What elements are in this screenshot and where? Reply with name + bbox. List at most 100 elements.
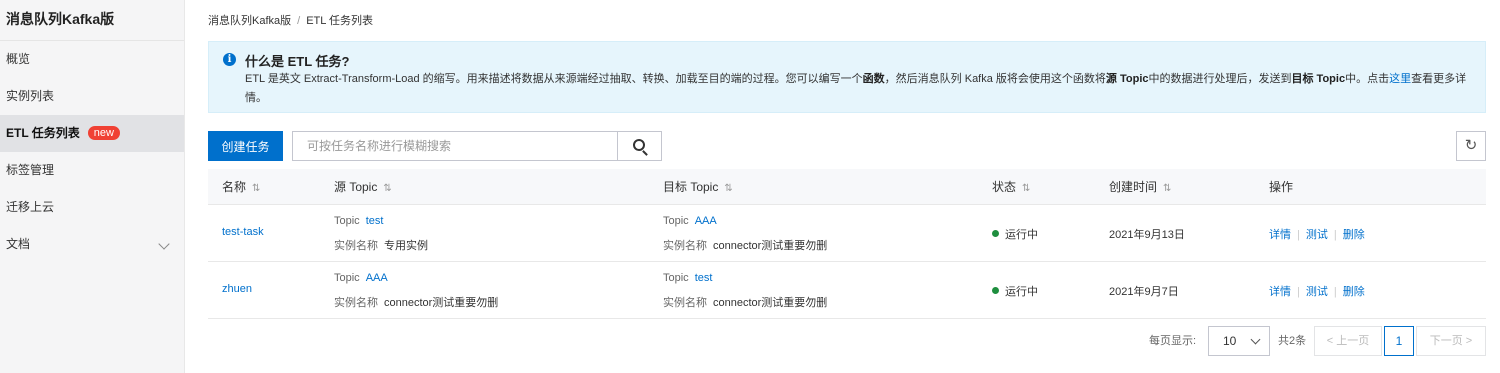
column-label: 源 Topic — [334, 180, 378, 194]
target-instance-value: connector测试重要勿删 — [713, 297, 828, 309]
sort-icon[interactable]: ⇅ — [724, 171, 732, 207]
source-topic-link[interactable]: test — [366, 215, 384, 227]
page-1-button[interactable]: 1 — [1384, 326, 1414, 356]
info-notice: i 什么是 ETL 任务? ETL 是英文 Extract-Transform-… — [208, 41, 1486, 113]
notice-body: ETL 是英文 Extract-Transform-Load 的缩写。用来描述将… — [245, 70, 1470, 108]
divider: | — [1297, 286, 1300, 298]
test-link[interactable]: 测试 — [1306, 229, 1328, 241]
source-topic: Topic test — [334, 215, 383, 227]
breadcrumb-root[interactable]: 消息队列Kafka版 — [208, 15, 291, 27]
column-header-created[interactable]: 创建时间 ⇅ — [1109, 169, 1171, 207]
sidebar-title: 消息队列Kafka版 — [0, 0, 184, 41]
etl-task-table: 名称 ⇅ 源 Topic ⇅ 目标 Topic ⇅ 状态 ⇅ 创建时间 ⇅ 操作 test… — [208, 169, 1486, 319]
notice-title: 什么是 ETL 任务? — [245, 54, 350, 69]
toolbar: 创建任务 ↻ — [208, 131, 1486, 161]
sidebar-item-instances[interactable]: 实例列表 — [0, 78, 184, 115]
sidebar: 消息队列Kafka版 概览 实例列表 ETL 任务列表 new 标签管理 迁移上云… — [0, 0, 185, 373]
cell-label: 实例名称 — [663, 297, 707, 309]
status-badge: 运行中 — [992, 226, 1038, 242]
test-link[interactable]: 测试 — [1306, 286, 1328, 298]
delete-link[interactable]: 删除 — [1343, 286, 1365, 298]
page-size-value: 10 — [1223, 334, 1237, 348]
refresh-button[interactable]: ↻ — [1456, 131, 1486, 161]
target-topic: Topic AAA — [663, 215, 717, 227]
notice-more-link[interactable]: 这里 — [1389, 73, 1411, 85]
notice-text: ETL 是英文 Extract-Transform-Load 的缩写。用来描述将… — [245, 73, 863, 85]
breadcrumb-current: ETL 任务列表 — [306, 15, 374, 27]
page-size-select[interactable]: 10 — [1208, 326, 1270, 356]
new-badge: new — [87, 126, 120, 140]
status-text: 运行中 — [1005, 229, 1038, 241]
target-topic: Topic test — [663, 272, 712, 284]
target-instance-value: connector测试重要勿删 — [713, 240, 828, 252]
source-topic-link[interactable]: AAA — [366, 272, 388, 284]
column-label: 目标 Topic — [663, 180, 719, 194]
column-header-status[interactable]: 状态 ⇅ — [992, 169, 1030, 207]
notice-bold: 源 Topic — [1105, 73, 1149, 85]
sidebar-item-tags[interactable]: 标签管理 — [0, 152, 184, 189]
cell-label: 实例名称 — [334, 297, 378, 309]
pagination: 每页显示: 10 共2条 < 上一页 1 下一页 > — [208, 326, 1486, 356]
sidebar-item-label: 概览 — [6, 52, 31, 66]
task-name-link[interactable]: test-task — [222, 226, 264, 238]
sidebar-item-docs[interactable]: 文档 — [0, 226, 184, 263]
total-count: 共2条 — [1278, 335, 1307, 347]
sort-icon[interactable]: ⇅ — [252, 171, 260, 207]
refresh-icon: ↻ — [1464, 137, 1478, 154]
cell-label: Topic — [663, 215, 689, 227]
breadcrumb-separator: / — [297, 15, 301, 27]
task-name-link[interactable]: zhuen — [222, 283, 252, 295]
sort-icon[interactable]: ⇅ — [383, 171, 391, 207]
create-task-button[interactable]: 创建任务 — [208, 131, 283, 161]
sort-icon[interactable]: ⇅ — [1163, 171, 1171, 207]
column-label: 创建时间 — [1109, 180, 1158, 194]
divider: | — [1333, 286, 1337, 298]
table-row: test-task Topic test 实例名称 专用实例 Topic AAA 实例… — [208, 205, 1486, 262]
notice-text: ，然后消息队列 Kafka 版将会使用这个函数将 — [884, 73, 1106, 85]
table-header: 名称 ⇅ 源 Topic ⇅ 目标 Topic ⇅ 状态 ⇅ 创建时间 ⇅ 操作 — [208, 169, 1486, 205]
status-text: 运行中 — [1005, 286, 1038, 298]
main-content: 消息队列Kafka版 / ETL 任务列表 i 什么是 ETL 任务? ETL 是英… — [185, 0, 1500, 373]
source-instance: 实例名称 专用实例 — [334, 237, 428, 253]
column-label: 操作 — [1269, 180, 1294, 194]
prev-page-button[interactable]: < 上一页 — [1314, 326, 1382, 356]
sidebar-item-etl-tasks[interactable]: ETL 任务列表 new — [0, 115, 184, 152]
created-time: 2021年9月7日 — [1109, 286, 1179, 298]
sidebar-item-label: 实例列表 — [6, 89, 55, 103]
column-header-source-topic[interactable]: 源 Topic ⇅ — [334, 169, 392, 207]
detail-link[interactable]: 详情 — [1269, 229, 1291, 241]
column-header-target-topic[interactable]: 目标 Topic ⇅ — [663, 169, 733, 207]
created-time: 2021年9月13日 — [1109, 229, 1185, 241]
cell-label: Topic — [663, 272, 689, 284]
target-topic-link[interactable]: test — [695, 272, 713, 284]
notice-bold: 目标 Topic — [1291, 73, 1346, 85]
page-size-label: 每页显示: — [1149, 335, 1197, 347]
divider: | — [1333, 229, 1337, 241]
source-instance-value: connector测试重要勿删 — [384, 297, 499, 309]
row-actions: 详情 | 测试 | 删除 — [1269, 283, 1365, 299]
search-input[interactable] — [292, 131, 617, 161]
cell-label: 实例名称 — [334, 240, 378, 252]
source-instance: 实例名称 connector测试重要勿删 — [334, 294, 498, 310]
source-instance-value: 专用实例 — [384, 240, 428, 252]
search-icon-handle — [642, 150, 648, 156]
row-actions: 详情 | 测试 | 删除 — [1269, 226, 1365, 242]
sidebar-item-label: 文档 — [6, 237, 31, 251]
sort-icon[interactable]: ⇅ — [1022, 171, 1030, 207]
cell-label: Topic — [334, 272, 360, 284]
next-page-button[interactable]: 下一页 > — [1416, 326, 1486, 356]
notice-bold: 函数 — [862, 73, 885, 85]
target-topic-link[interactable]: AAA — [695, 215, 717, 227]
status-dot-icon — [992, 287, 999, 294]
detail-link[interactable]: 详情 — [1269, 286, 1291, 298]
cell-label: 实例名称 — [663, 240, 707, 252]
source-topic: Topic AAA — [334, 272, 388, 284]
notice-text: 中。点击 — [1345, 73, 1390, 85]
column-header-name[interactable]: 名称 ⇅ — [222, 169, 260, 207]
divider: | — [1297, 229, 1300, 241]
sidebar-item-migration[interactable]: 迁移上云 — [0, 189, 184, 226]
search-button[interactable] — [617, 131, 662, 161]
sidebar-item-overview[interactable]: 概览 — [0, 41, 184, 78]
cell-label: Topic — [334, 215, 360, 227]
delete-link[interactable]: 删除 — [1343, 229, 1365, 241]
